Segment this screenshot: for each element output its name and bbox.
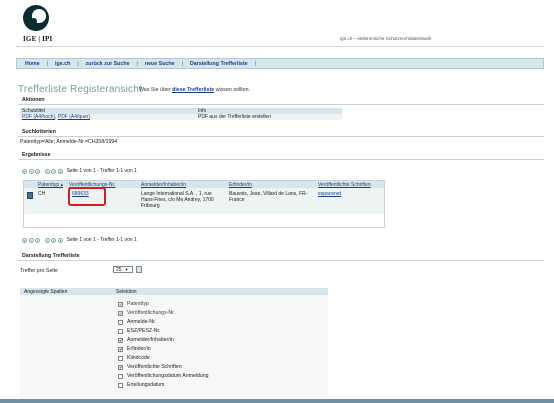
- treffer-pro-seite-select[interactable]: 25 ▼: [113, 266, 133, 273]
- aktionen-row: PDF (A4/hoch), PDF (A4/quer) PDF aus der…: [20, 114, 342, 120]
- pager-top: « ‹ ‹ › › » Seite 1 von 1 - Treffer 1-1 …: [22, 168, 137, 174]
- first-page-icon[interactable]: «: [22, 237, 27, 243]
- option-patenttyp: ✔ Patenttyp: [118, 301, 149, 307]
- pager-text: Seite 1 von 1 - Treffer 1-1 von 1: [66, 168, 137, 174]
- chevron-down-icon: ▼: [124, 267, 129, 272]
- checkbox[interactable]: [118, 355, 123, 361]
- option-esz-pesz-nr[interactable]: ESZ/PESZ-Nr.: [118, 328, 160, 334]
- document-icon[interactable]: [27, 192, 33, 199]
- nav-separator: |: [77, 60, 79, 67]
- first-page-icon[interactable]: «: [22, 168, 27, 174]
- ergebnisse-heading: Ergebnisse: [18, 152, 544, 160]
- checkbox[interactable]: [118, 382, 123, 388]
- next-page-icon[interactable]: ›: [44, 237, 50, 243]
- next-ten-icon[interactable]: ›: [51, 237, 57, 243]
- pager-text: Seite 1 von 1 - Treffer 1-1 von 1: [66, 237, 137, 243]
- checkbox[interactable]: ✔: [118, 364, 123, 370]
- window-bottom-bar: [0, 399, 554, 403]
- suchkriterien-heading: Suchkriterien: [18, 129, 544, 137]
- pdf-quer-link[interactable]: PDF (A4/quer): [58, 114, 90, 120]
- last-page-icon[interactable]: »: [57, 237, 63, 243]
- nav-ige-ch[interactable]: ige.ch: [55, 61, 70, 67]
- darstellung-heading: Darstellung Trefferliste: [18, 253, 544, 261]
- cell-anmelder: Lange International S.A. , 1, rue Hans-F…: [141, 191, 214, 210]
- title-hint: Was Sie über diese Trefferliste wissen s…: [139, 87, 250, 93]
- option-veroeffentlichungs-nr: ✔ Veröffentlichungs-Nr.: [118, 310, 176, 316]
- spalten-header: Angezeigte Spalten Selektion: [20, 288, 328, 295]
- nav-separator: |: [46, 60, 49, 67]
- prev-page-icon[interactable]: ‹: [35, 168, 41, 174]
- pdf-hoch-link[interactable]: PDF (A4/hoch): [22, 114, 55, 120]
- suchkriterien-text: Patenttyp=Alle; Anmelde-Nr.=CH358/1994: [20, 139, 118, 145]
- option-erfinder[interactable]: ✔ Erfinder/in: [118, 346, 151, 352]
- next-page-icon[interactable]: ›: [44, 168, 50, 174]
- option-klindcode[interactable]: Klindcode: [118, 355, 150, 361]
- title-hint-suffix: wissen sollten.: [214, 87, 251, 93]
- logo-text: IGE | IPI: [23, 35, 53, 43]
- site-subtitle: ige.ch – elektronische Schutzrechtdatenb…: [340, 36, 432, 41]
- checkbox: ✔: [118, 301, 123, 307]
- checkbox[interactable]: ✔: [118, 337, 123, 343]
- option-anmelde-nr[interactable]: Anmelde-Nr.: [118, 319, 156, 325]
- aktionen-links: PDF (A4/hoch), PDF (A4/quer): [20, 114, 198, 120]
- option-anmelder[interactable]: ✔ Anmelder/Inhaber/in: [118, 337, 174, 343]
- title-hint-prefix: Was Sie über: [139, 87, 173, 93]
- option-schriften[interactable]: ✔ Veröffentlichte Schriften: [118, 364, 182, 370]
- checkbox[interactable]: [118, 319, 123, 325]
- option-veroeffentlichungsdatum[interactable]: Veröffentlichungsdatum Anmeldung: [118, 373, 209, 379]
- aktionen-heading: Aktionen: [18, 97, 544, 105]
- trefferliste-info-link[interactable]: diese Trefferliste: [172, 87, 214, 93]
- apply-button[interactable]: [136, 266, 142, 273]
- prev-ten-icon[interactable]: ‹: [28, 168, 34, 174]
- option-erteilungsdatum[interactable]: Erteilungsdatum: [118, 382, 165, 388]
- header-divider: [16, 46, 544, 47]
- prev-ten-icon[interactable]: ‹: [28, 237, 34, 243]
- main-navigation: Home | ige.ch | zurück zur Suche | neue …: [16, 58, 544, 69]
- spalten-selection: ✔ Patenttyp ✔ Veröffentlichungs-Nr. Anmeld…: [20, 295, 328, 403]
- checkbox: ✔: [118, 310, 123, 316]
- prev-page-icon[interactable]: ‹: [35, 237, 41, 243]
- nav-darstellung-trefferliste[interactable]: Darstellung Trefferliste: [190, 61, 248, 67]
- nav-neue-suche[interactable]: neue Suche: [145, 61, 175, 67]
- next-ten-icon[interactable]: ›: [51, 168, 57, 174]
- highlight-box: [68, 187, 106, 206]
- nav-zurueck-zur-suche[interactable]: zurück zur Suche: [86, 61, 130, 67]
- checkbox[interactable]: [118, 328, 123, 334]
- treffer-pro-seite-label: Treffer pro Seite: [20, 268, 58, 274]
- cell-patenttyp: CH: [38, 191, 46, 197]
- aktionen-info: PDF aus der Trefferliste erstellen: [198, 114, 271, 120]
- checkbox[interactable]: ✔: [118, 346, 123, 352]
- nav-home[interactable]: Home: [25, 61, 40, 67]
- nav-separator: |: [181, 60, 183, 67]
- nav-separator: |: [254, 60, 256, 67]
- checkbox[interactable]: [118, 373, 123, 379]
- cell-erfinder: Bauvois, Jean, Villard de Lans, FR-Franc…: [229, 191, 308, 204]
- nav-separator: |: [136, 60, 138, 67]
- espacenet-link[interactable]: espacenet: [318, 191, 341, 197]
- treffer-pro-seite-value: 25: [116, 267, 122, 273]
- pager-bottom: « ‹ ‹ › › » Seite 1 von 1 - Treffer 1-1 …: [22, 237, 137, 243]
- last-page-icon[interactable]: »: [57, 168, 63, 174]
- page-title: Trefferliste Registeransicht: [18, 84, 142, 95]
- ige-logo-icon: [23, 5, 49, 31]
